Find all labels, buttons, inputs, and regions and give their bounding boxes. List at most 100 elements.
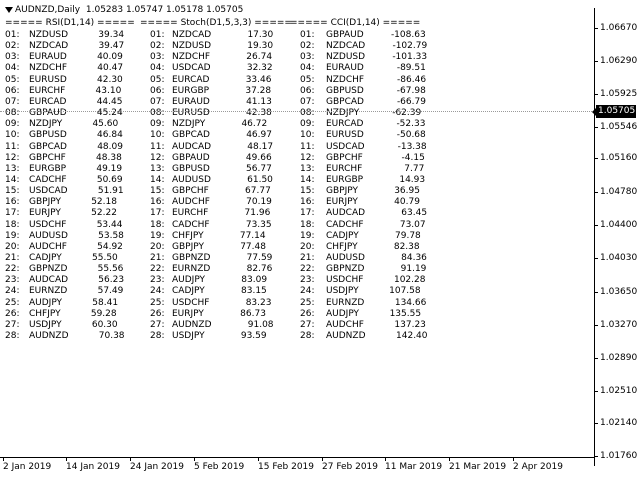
symbol-label: GBPCHF: [172, 186, 209, 197]
symbol-label: AUDCHF: [326, 319, 364, 330]
symbol-label: CHFJPY: [326, 241, 358, 252]
rsi-row: 11: GBPCAD 48.09: [5, 142, 123, 153]
indicator-value: 39.47: [98, 41, 125, 52]
rank-label: 19:: [5, 230, 20, 241]
stoch-row: 06: EURGBP 37.28: [150, 86, 271, 97]
symbol-label: GBPAUD: [326, 30, 364, 40]
stoch-row: 09: NZDJPY 46.72: [150, 119, 267, 130]
stoch-row: 01: NZDCAD 17.30: [150, 30, 273, 41]
indicator-value: 67.77: [245, 186, 271, 197]
cci-row: 04: EURAUD -89.51: [300, 63, 426, 74]
time-tick: [130, 457, 131, 461]
rank-label: 02:: [300, 41, 315, 52]
symbol-label: AUDJPY: [172, 275, 206, 286]
indicator-value: 46.72: [241, 119, 268, 130]
symbol-label: EURUSD: [172, 108, 210, 119]
symbol-label: CADCHF: [326, 219, 364, 230]
indicator-value: 49.19: [96, 163, 123, 174]
indicator-value: 26.74: [246, 52, 273, 63]
indicator-value: 17.30: [247, 30, 274, 40]
symbol-label: AUDNZD,Daily: [15, 5, 81, 15]
rsi-row: 20: AUDCHF 54.92: [5, 242, 123, 253]
price-tick: [594, 158, 598, 159]
price-tick: [594, 423, 598, 424]
indicator-value: 142.40: [396, 331, 428, 342]
rank-label: 28:: [150, 331, 165, 342]
rank-label: 13:: [5, 163, 20, 174]
rsi-row: 05: EURUSD 42.30: [5, 75, 123, 86]
symbol-label: AUDCAD: [29, 275, 69, 286]
rank-label: 04:: [150, 63, 165, 74]
rank-label: 02:: [5, 41, 20, 52]
symbol-label: AUDNZD: [29, 331, 69, 342]
indicator-value: 44.45: [96, 96, 123, 107]
symbol-label: EURCAD: [29, 96, 67, 107]
time-tick-label: 14 Jan 2019: [66, 462, 120, 472]
symbol-label: EURJPY: [172, 308, 204, 319]
cci-row: 28: AUDNZD 142.40: [300, 331, 428, 342]
rank-label: 01:: [300, 30, 315, 40]
rank-label: 12:: [150, 152, 165, 163]
stoch-row: 27: AUDNZD 91.08: [150, 320, 274, 331]
indicator-value: 82.76: [246, 264, 273, 275]
indicator-value: 71.96: [244, 208, 271, 219]
indicator-value: 70.38: [98, 331, 125, 342]
cci-row: 17: AUDCAD 63.45: [300, 208, 427, 219]
time-tick-label: 24 Jan 2019: [130, 462, 184, 472]
rank-label: 15:: [150, 186, 165, 197]
indicator-value: 7.77: [404, 163, 425, 174]
collapse-triangle-icon[interactable]: [5, 6, 13, 13]
indicator-value: -4.15: [401, 152, 425, 163]
rsi-row: 26: CHFJPY 59.28: [5, 309, 117, 320]
price-tick: [594, 391, 598, 392]
indicator-value: 57.49: [97, 286, 124, 297]
rank-label: 04:: [5, 63, 20, 74]
rank-label: 18:: [150, 219, 165, 230]
time-tick-label: 5 Feb 2019: [194, 462, 245, 472]
symbol-label: AUDJPY: [326, 308, 360, 319]
indicator-value: 135.55: [389, 308, 422, 319]
stoch-row: 26: EURJPY 86.73: [150, 309, 266, 320]
stoch-row: 23: AUDJPY 83.09: [150, 275, 267, 286]
cci-row: 19: CADJPY 79.78: [300, 231, 421, 242]
rank-label: 02:: [150, 41, 165, 52]
stoch-row: 10: GBPCAD 46.97: [150, 130, 272, 141]
symbol-label: EURAUD: [29, 52, 67, 63]
rank-label: 09:: [5, 119, 20, 130]
price-tick: [594, 258, 598, 259]
rank-label: 15:: [5, 186, 20, 197]
stoch-row: 21: GBPNZD 77.59: [150, 253, 272, 264]
indicator-value: -108.63: [390, 30, 426, 40]
indicator-value: 93.59: [240, 331, 267, 342]
price-tick: [594, 192, 598, 193]
symbol-label: GBPUSD: [326, 85, 364, 96]
symbol-label: CADJPY: [172, 286, 205, 297]
stoch-row: 08: EURUSD 42.38: [150, 108, 272, 119]
cci-row: 02: NZDCAD -102.79: [300, 41, 427, 52]
chart-window[interactable]: AUDNZD,Daily 1.05283 1.05747 1.05178 1.0…: [0, 0, 640, 480]
time-tick: [385, 457, 386, 461]
rsi-row: 06: EURCHF 43.10: [5, 86, 121, 97]
rank-label: 26:: [300, 308, 315, 319]
stoch-row: 15: GBPCHF 67.77: [150, 186, 271, 197]
symbol-label: EURAUD: [326, 63, 364, 74]
cci-row: 03: NZDUSD -101.33: [300, 52, 427, 63]
cci-row: 25: EURNZD 134.66: [300, 298, 426, 309]
indicator-value: 37.28: [245, 85, 272, 96]
cci-row: 13: EURCHF 7.77: [300, 164, 424, 175]
symbol-label: USDCHF: [326, 275, 364, 286]
price-tick-label: 1.02890: [600, 353, 638, 363]
symbol-label: EURGBP: [326, 174, 364, 185]
cci-row: 06: GBPUSD -67.98: [300, 86, 426, 97]
cci-row: 09: EURCAD -52.33: [300, 119, 425, 130]
cci-row: 14: EURGBP 14.93: [300, 175, 425, 186]
indicator-value: 63.45: [401, 208, 428, 219]
symbol-label: CADCHF: [29, 174, 67, 185]
stoch-row: 28: USDJPY 93.59: [150, 331, 267, 342]
indicator-value: 45.24: [96, 108, 123, 119]
stoch-row: 13: GBPUSD 56.77: [150, 164, 272, 175]
indicator-value: 41.13: [246, 96, 272, 107]
indicator-value: 73.07: [399, 219, 426, 230]
cci-row: 23: USDCHF 102.28: [300, 275, 425, 286]
rank-label: 03:: [300, 52, 315, 63]
